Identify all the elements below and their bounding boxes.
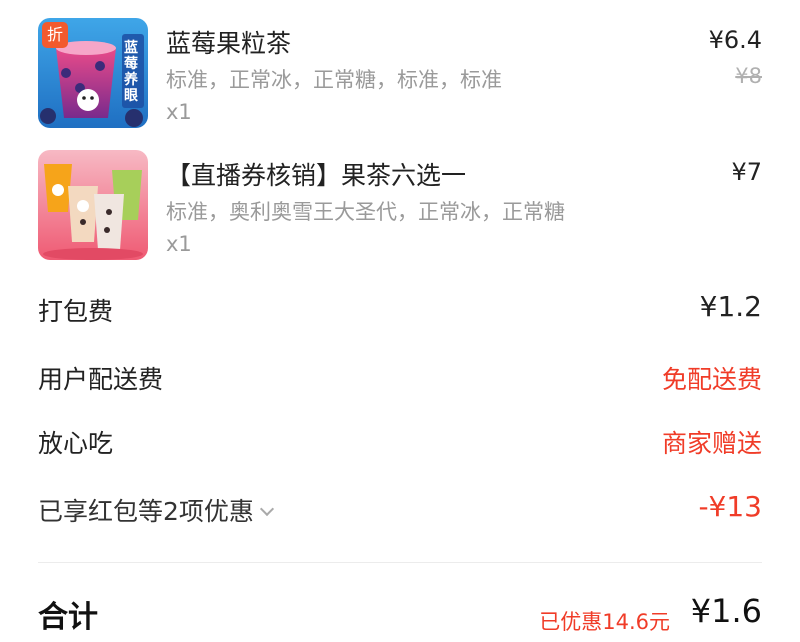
total-value: ¥1.6 — [690, 592, 762, 630]
fee-label: 已享红包等2项优惠 — [38, 497, 254, 526]
item-quantity: x1 — [166, 100, 192, 124]
divider — [38, 562, 762, 563]
order-item[interactable]: 折 蓝莓养眼 蓝莓果粒茶 标准，正常冰，正常糖，标准，标准 x1 ¥6.4 ¥8 — [38, 18, 762, 130]
fee-value: ¥1.2 — [699, 290, 762, 323]
saved-amount: 已优惠14.6元 — [539, 610, 670, 634]
item-price: ¥7 — [731, 158, 762, 186]
item-spec: 标准，正常冰，正常糖，标准，标准 — [166, 68, 502, 92]
fee-label: 打包费 — [38, 297, 114, 326]
discount-toggle[interactable]: 已享红包等2项优惠 — [38, 492, 274, 528]
item-original-price: ¥8 — [735, 64, 762, 88]
fee-row-packing: 打包费 ¥1.2 — [38, 290, 762, 332]
image-caption: 蓝莓养眼 — [124, 40, 138, 104]
fruit-tea-assortment-image — [38, 150, 148, 260]
fee-value: 免配送费 — [661, 365, 762, 394]
discount-value: -¥13 — [698, 490, 762, 523]
discount-badge: 折 — [42, 22, 68, 48]
fee-value: 商家赠送 — [661, 429, 762, 458]
total-label: 合计 — [38, 600, 98, 635]
blueberry-tea-image: 折 蓝莓养眼 — [38, 18, 148, 128]
item-price: ¥6.4 — [708, 26, 762, 54]
item-spec: 标准，奥利奥雪王大圣代，正常冰，正常糖 — [166, 200, 565, 224]
fee-label: 用户配送费 — [38, 365, 164, 394]
item-name: 蓝莓果粒茶 — [166, 29, 292, 58]
item-quantity: x1 — [166, 232, 192, 256]
order-item[interactable]: 【直播券核销】果茶六选一 标准，奥利奥雪王大圣代，正常冰，正常糖 x1 ¥7 — [38, 150, 762, 262]
fee-label: 放心吃 — [38, 429, 114, 458]
fee-row-delivery: 用户配送费 免配送费 — [38, 360, 762, 400]
item-name: 【直播券核销】果茶六选一 — [166, 161, 467, 190]
discount-row[interactable]: 已享红包等2项优惠 -¥13 — [38, 490, 762, 532]
chevron-down-icon — [259, 501, 274, 517]
fee-row-assurance: 放心吃 商家赠送 — [38, 424, 762, 464]
